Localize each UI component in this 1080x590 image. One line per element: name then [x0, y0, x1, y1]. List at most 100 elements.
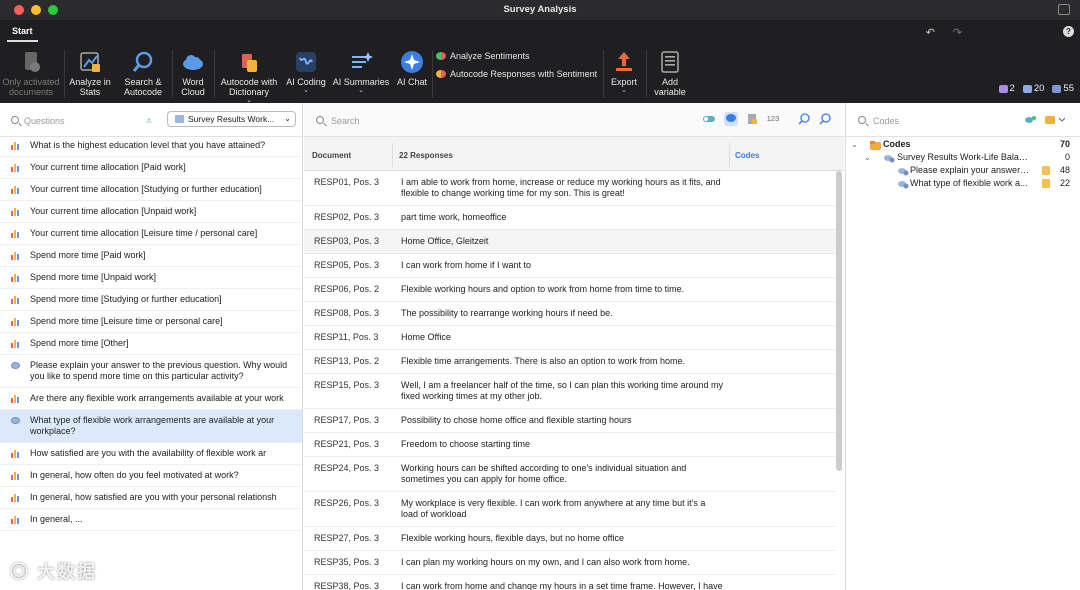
filter-icon[interactable]: ⩡: [146, 116, 152, 127]
table-row[interactable]: RESP05, Pos. 3 I can work from home if I …: [304, 254, 836, 278]
ai-summaries-button[interactable]: AI Summaries ⌄: [332, 50, 390, 95]
code-tree-root[interactable]: ⌄ Codes 70: [846, 138, 1080, 151]
code-menu-icon[interactable]: [1045, 115, 1066, 127]
document-counter[interactable]: 20: [1022, 83, 1044, 94]
vertical-scrollbar[interactable]: [836, 171, 842, 471]
response-cell[interactable]: Freedom to choose starting time: [401, 433, 723, 456]
document-cell[interactable]: RESP17, Pos. 3: [314, 415, 379, 426]
memo-icon[interactable]: [1042, 166, 1050, 175]
document-cell[interactable]: RESP24, Pos. 3: [314, 463, 379, 474]
document-cell[interactable]: RESP05, Pos. 3: [314, 260, 379, 271]
chevron-down-icon[interactable]: ⌄: [864, 151, 871, 164]
search-autocode-button[interactable]: Search & Autocode: [118, 50, 168, 97]
question-item[interactable]: Your current time allocation [Unpaid wor…: [0, 201, 302, 223]
question-item[interactable]: Your current time allocation [Studying o…: [0, 179, 302, 201]
toggle-icon[interactable]: [702, 112, 716, 126]
document-cell[interactable]: RESP01, Pos. 3: [314, 177, 379, 188]
table-row[interactable]: RESP02, Pos. 3 part time work, homeoffice: [304, 206, 836, 230]
export-button[interactable]: Export ⌄: [605, 50, 643, 95]
document-cell[interactable]: RESP38, Pos. 3: [314, 581, 379, 590]
chevron-down-icon[interactable]: ⌄: [851, 138, 858, 151]
table-row[interactable]: RESP21, Pos. 3 Freedom to choose starting…: [304, 433, 836, 457]
question-item[interactable]: Spend more time [Unpaid work]: [0, 267, 302, 289]
document-cell[interactable]: RESP11, Pos. 3: [314, 332, 378, 343]
questions-search-input[interactable]: Questions: [24, 116, 65, 126]
add-variable-button[interactable]: Add variable: [650, 50, 690, 97]
column-codes[interactable]: Codes: [735, 151, 759, 160]
undo-icon[interactable]: ↶: [926, 26, 935, 39]
response-cell[interactable]: I can work from home if I want to: [401, 254, 723, 277]
response-cell[interactable]: Home Office: [401, 326, 723, 349]
question-item[interactable]: How satisfied are you with the availabil…: [0, 443, 302, 465]
memo-icon[interactable]: [745, 112, 759, 126]
table-row[interactable]: RESP08, Pos. 3 The possibility to rearran…: [304, 302, 836, 326]
question-item[interactable]: In general, how satisfied are you with y…: [0, 487, 302, 509]
table-row[interactable]: RESP06, Pos. 2 Flexible working hours and…: [304, 278, 836, 302]
code-item[interactable]: What type of flexible work a... 22: [846, 177, 1080, 190]
response-cell[interactable]: Possibility to chose home office and fle…: [401, 409, 723, 432]
help-icon[interactable]: ?: [1063, 26, 1074, 37]
tab-start[interactable]: Start: [7, 26, 38, 42]
question-item[interactable]: What is the highest education level that…: [0, 135, 302, 157]
column-document[interactable]: Document: [312, 151, 351, 160]
table-row[interactable]: RESP35, Pos. 3 I can plan my working hour…: [304, 551, 836, 575]
question-item[interactable]: Spend more time [Studying or further edu…: [0, 289, 302, 311]
response-cell[interactable]: I can plan my working hours on my own, a…: [401, 551, 723, 574]
only-activated-documents-button[interactable]: Only activated documents: [2, 50, 60, 97]
ai-coding-button[interactable]: AI Coding ⌄: [284, 50, 328, 95]
table-row[interactable]: RESP27, Pos. 3 Flexible working hours, fl…: [304, 527, 836, 551]
responses-search-input[interactable]: Search: [331, 116, 360, 126]
analyze-sentiments-button[interactable]: Analyze Sentiments: [436, 51, 530, 61]
question-item[interactable]: Spend more time [Leisure time or persona…: [0, 311, 302, 333]
redo-icon[interactable]: ↷: [953, 26, 962, 39]
ai-chat-button[interactable]: AI Chat: [394, 50, 430, 87]
table-row[interactable]: RESP15, Pos. 3 Well, I am a freelancer ha…: [304, 374, 836, 409]
response-cell[interactable]: Flexible time arrangements. There is als…: [401, 350, 723, 373]
autocode-sentiment-button[interactable]: Autocode Responses with Sentiment: [436, 69, 597, 79]
question-item[interactable]: In general, ...: [0, 509, 302, 531]
survey-dropdown[interactable]: Survey Results Work... ⌄: [167, 111, 296, 127]
question-item[interactable]: In general, how often do you feel motiva…: [0, 465, 302, 487]
zoom-in-icon[interactable]: [819, 112, 833, 126]
response-cell[interactable]: My workplace is very flexible. I can wor…: [401, 492, 723, 526]
memo-icon[interactable]: [1042, 179, 1050, 188]
question-item[interactable]: What type of flexible work arrangements …: [0, 410, 302, 443]
response-cell[interactable]: I can work from home and change my hours…: [401, 575, 723, 590]
document-cell[interactable]: RESP02, Pos. 3: [314, 212, 379, 223]
question-item[interactable]: Are there any flexible work arrangements…: [0, 388, 302, 410]
table-row[interactable]: RESP26, Pos. 3 My workplace is very flexi…: [304, 492, 836, 527]
table-row[interactable]: RESP24, Pos. 3 Working hours can be shift…: [304, 457, 836, 492]
column-responses[interactable]: 22 Responses: [399, 151, 453, 160]
document-cell[interactable]: RESP35, Pos. 3: [314, 557, 379, 568]
question-item[interactable]: Spend more time [Paid work]: [0, 245, 302, 267]
response-cell[interactable]: Working hours can be shifted according t…: [401, 457, 723, 491]
question-item[interactable]: Please explain your answer to the previo…: [0, 355, 302, 388]
table-row[interactable]: RESP17, Pos. 3 Possibility to chose home …: [304, 409, 836, 433]
question-item[interactable]: Spend more time [Other]: [0, 333, 302, 355]
table-row[interactable]: RESP03, Pos. 3 Home Office, Gleitzeit: [304, 230, 836, 254]
response-cell[interactable]: part time work, homeoffice: [401, 206, 723, 229]
document-cell[interactable]: RESP27, Pos. 3: [314, 533, 379, 544]
numbers-toggle[interactable]: 123: [766, 112, 780, 126]
analyze-in-stats-button[interactable]: Analyze in Stats: [66, 50, 114, 97]
document-cell[interactable]: RESP06, Pos. 2: [314, 284, 379, 295]
response-cell[interactable]: The possibility to rearrange working hou…: [401, 302, 723, 325]
response-cell[interactable]: I am able to work from home, increase or…: [401, 171, 723, 205]
table-row[interactable]: RESP38, Pos. 3 I can work from home and c…: [304, 575, 836, 590]
code-counter[interactable]: 2: [998, 83, 1015, 94]
table-row[interactable]: RESP01, Pos. 3 I am able to work from hom…: [304, 171, 836, 206]
column-divider[interactable]: [392, 143, 393, 167]
document-cell[interactable]: RESP15, Pos. 3: [314, 380, 379, 391]
table-row[interactable]: RESP11, Pos. 3 Home Office: [304, 326, 836, 350]
codes-search-input[interactable]: Codes: [873, 116, 899, 126]
document-cell[interactable]: RESP13, Pos. 2: [314, 356, 379, 367]
question-item[interactable]: Your current time allocation [Paid work]: [0, 157, 302, 179]
table-row[interactable]: RESP13, Pos. 2 Flexible time arrangements…: [304, 350, 836, 374]
code-item[interactable]: Please explain your answer ... 48: [846, 164, 1080, 177]
response-cell[interactable]: Home Office, Gleitzeit: [401, 230, 723, 253]
response-cell[interactable]: Well, I am a freelancer half of the time…: [401, 374, 723, 408]
response-cell[interactable]: Flexible working hours and option to wor…: [401, 278, 723, 301]
window-layout-icon[interactable]: [1058, 4, 1070, 15]
autocode-with-dictionary-button[interactable]: Autocode with Dictionary ⌄: [216, 50, 282, 105]
question-item[interactable]: Your current time allocation [Leisure ti…: [0, 223, 302, 245]
